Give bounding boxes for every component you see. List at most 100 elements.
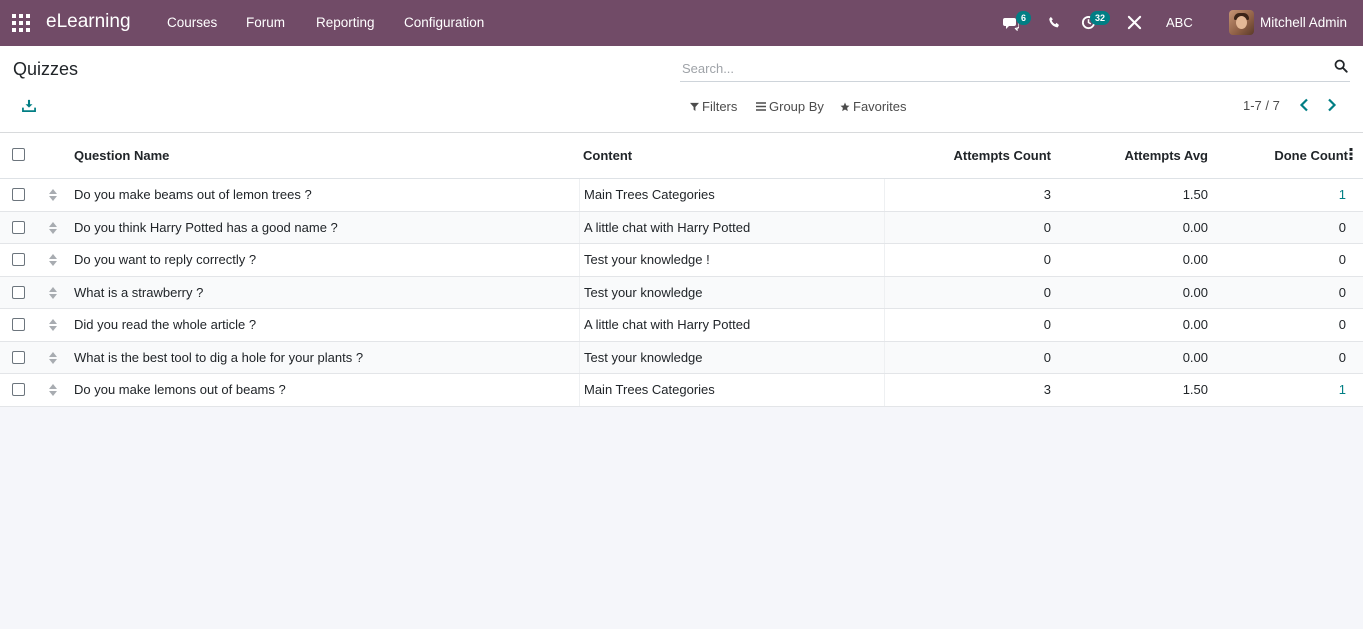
column-header-attempts-avg[interactable]: Attempts Avg [1124,148,1208,163]
cell-attempts-count: 0 [1043,252,1051,267]
column-header-content[interactable]: Content [583,148,632,163]
cell-done-count: 1 [1338,187,1346,202]
cell-attempts-avg: 0.00 [1182,349,1208,365]
cell-done-count: 0 [1338,317,1346,332]
pager-next-button[interactable] [1327,98,1337,115]
company-switcher[interactable]: ABC [1166,15,1193,30]
filters-button[interactable]: Filters [690,99,737,114]
cell-done-count: 0 [1338,219,1346,235]
cell-attempts-count: 0 [1043,317,1051,332]
optional-columns-toggle[interactable] [1349,148,1353,163]
menu-courses[interactable]: Courses [167,15,217,30]
table-row[interactable]: Do you make lemons out of beams ? Main T… [0,374,1363,407]
table-row[interactable]: Did you read the whole article ? A littl… [0,309,1363,342]
search-bar [680,54,1350,82]
user-avatar[interactable] [1229,10,1254,35]
table-row[interactable]: What is the best tool to dig a hole for … [0,341,1363,374]
row-checkbox[interactable] [12,220,25,234]
pager-value[interactable]: 1-7 / 7 [1243,98,1280,113]
filter-icon [690,102,699,111]
row-checkbox[interactable] [12,318,25,331]
star-icon [840,102,850,111]
cell-attempts-count: 0 [1043,284,1051,300]
cell-content: Test your knowledge ! [584,252,710,267]
chevron-left-icon [1299,98,1308,112]
group-by-label: Group By [769,99,824,114]
tools-icon[interactable] [1127,15,1142,33]
drag-handle-icon[interactable] [48,383,58,397]
cell-question-name: What is the best tool to dig a hole for … [74,349,364,365]
export-download-button[interactable] [22,99,36,115]
table-row[interactable]: Do you want to reply correctly ? Test yo… [0,244,1363,277]
column-header-question-name[interactable]: Question Name [74,148,169,163]
more-vertical-icon [1349,148,1353,160]
row-checkbox[interactable] [12,253,25,266]
column-header-done-count[interactable]: Done Count [1274,148,1348,163]
drag-handle-icon[interactable] [48,351,58,365]
table-body: Do you make beams out of lemon trees ? M… [0,179,1363,407]
row-checkbox[interactable] [12,285,25,299]
pager-previous-button[interactable] [1299,98,1309,115]
drag-handle-icon[interactable] [48,318,58,332]
cell-done-count: 0 [1338,252,1346,267]
quizzes-table: Question Name Content Attempts Count Att… [0,133,1363,407]
search-icon[interactable] [1334,59,1348,76]
cell-question-name: What is a strawberry ? [74,284,204,300]
page-title: Quizzes [13,59,79,79]
phone-icon[interactable] [1048,16,1061,32]
drag-handle-icon[interactable] [48,286,58,300]
favorites-label: Favorites [853,99,907,114]
cell-question-name: Do you think Harry Potted has a good nam… [74,219,338,235]
control-panel: Quizzes Filters Group By Favorites 1-7 /… [0,46,1363,133]
cell-done-count: 0 [1338,349,1346,365]
row-checkbox[interactable] [12,350,25,364]
cell-attempts-count: 3 [1043,382,1051,397]
messages-badge: 6 [1016,11,1032,25]
row-checkbox[interactable] [12,188,25,201]
cell-attempts-count: 3 [1043,187,1051,202]
cell-attempts-count: 0 [1043,219,1051,235]
menu-reporting[interactable]: Reporting [316,15,375,30]
row-checkbox[interactable] [12,383,25,396]
search-input[interactable] [680,58,1320,78]
menu-forum[interactable]: Forum [246,15,285,30]
table-row[interactable]: Do you make beams out of lemon trees ? M… [0,179,1363,212]
top-navbar: eLearning Courses Forum Reporting Config… [0,0,1363,46]
group-by-icon [756,102,766,111]
cell-question-name: Do you make lemons out of beams ? [74,382,286,397]
menu-configuration[interactable]: Configuration [404,15,484,30]
drag-handle-icon[interactable] [48,221,58,235]
cell-question-name: Do you want to reply correctly ? [74,252,257,267]
cell-question-name: Did you read the whole article ? [74,317,257,332]
cell-attempts-avg: 1.50 [1182,382,1208,397]
app-brand[interactable]: eLearning [46,11,131,33]
user-menu[interactable]: Mitchell Admin [1260,15,1347,30]
cell-content: A little chat with Harry Potted [584,219,751,235]
drag-handle-icon[interactable] [48,253,58,267]
cell-attempts-avg: 0.00 [1182,317,1208,332]
cell-content: Test your knowledge [584,349,703,365]
download-icon [22,99,36,112]
cell-content: A little chat with Harry Potted [584,317,751,332]
cell-attempts-avg: 1.50 [1182,187,1208,202]
drag-handle-icon[interactable] [48,188,58,202]
group-by-button[interactable]: Group By [756,99,824,114]
cell-content: Main Trees Categories [584,187,715,202]
cell-content: Test your knowledge [584,284,703,300]
apps-menu-icon[interactable] [12,14,30,32]
cell-done-count: 1 [1338,382,1346,397]
cell-done-count: 0 [1338,284,1346,300]
cell-attempts-avg: 0.00 [1182,284,1208,300]
table-row[interactable]: Do you think Harry Potted has a good nam… [0,211,1363,244]
cell-content: Main Trees Categories [584,382,715,397]
activities-badge: 32 [1090,11,1111,25]
cell-attempts-avg: 0.00 [1182,219,1208,235]
table-row[interactable]: What is a strawberry ? Test your knowled… [0,276,1363,309]
table-header: Question Name Content Attempts Count Att… [0,133,1363,179]
favorites-button[interactable]: Favorites [840,99,906,114]
filters-label: Filters [702,99,738,114]
cell-question-name: Do you make beams out of lemon trees ? [74,187,312,202]
column-header-attempts-count[interactable]: Attempts Count [954,148,1052,163]
select-all-checkbox[interactable] [12,148,25,161]
chevron-right-icon [1328,98,1337,112]
